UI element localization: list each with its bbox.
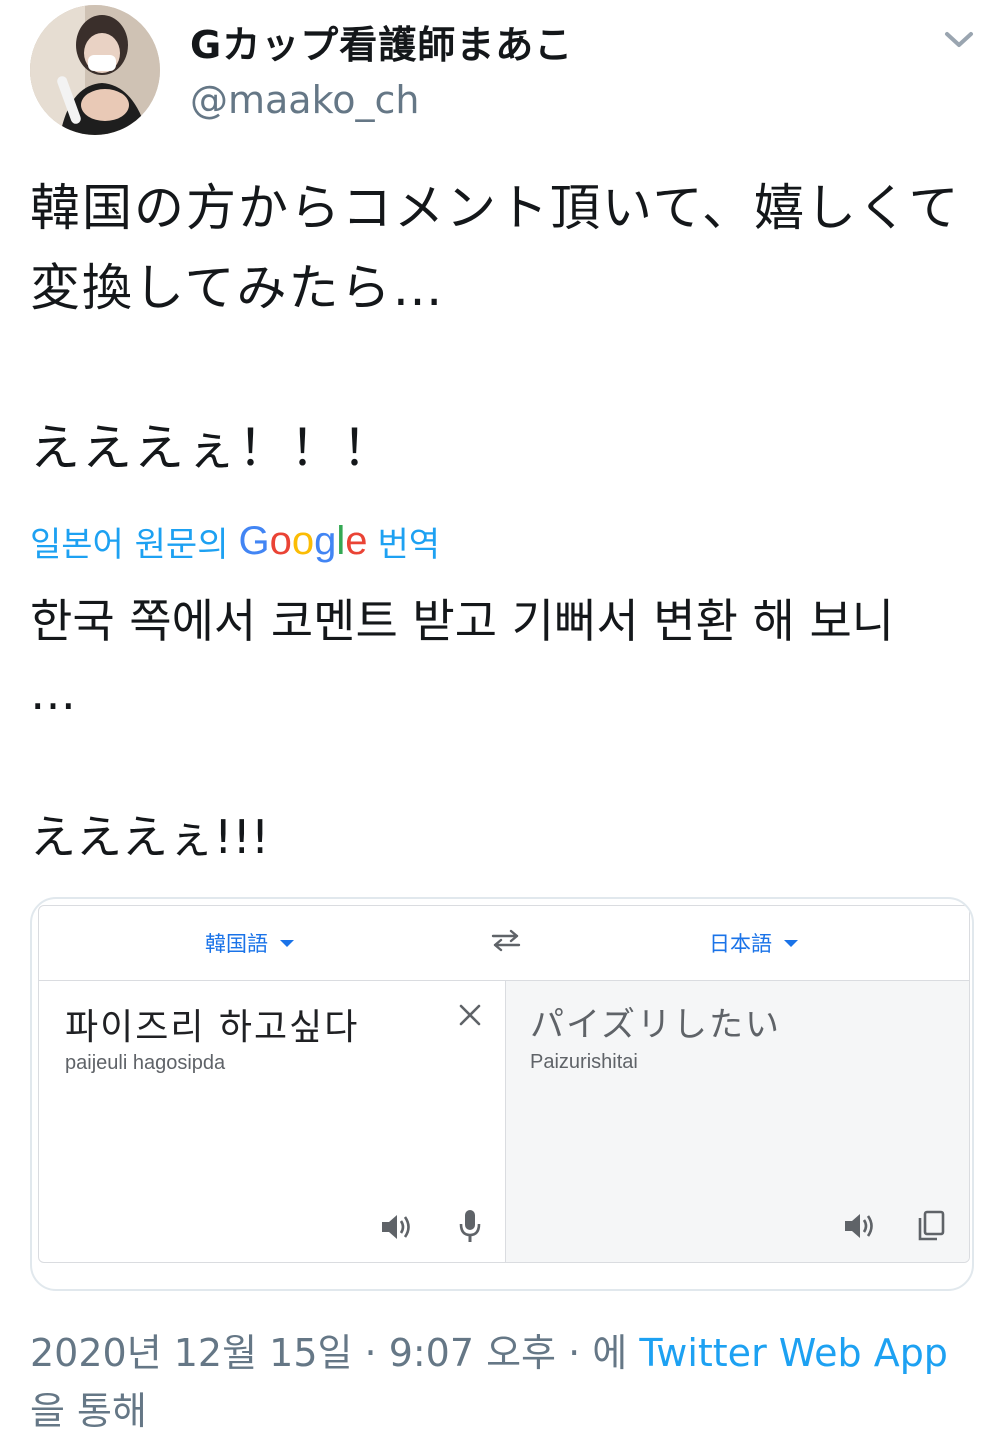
display-name[interactable]: Gカップ看護師まあこ [190,14,573,69]
source-language-label: 韓国語 [205,932,268,956]
source-text: 파이즈리 하고싶다 [65,1007,360,1048]
translate-label: 일본어 원문의 [30,524,229,565]
speaker-icon [845,1214,873,1238]
source-romanization: paijeuli hagosipda [65,1052,226,1074]
translate-label-suffix: 번역 [377,524,441,565]
source-app-suffix: 을 통해 [30,1389,147,1433]
tweet-timestamp: 2020년 12월 15일 · 9:07 오후 · 에 Twitter Web … [30,1322,948,1377]
translate-screenshot: 韓国語 日本語 파이즈리 하고싶다 paijeuli hagosipda パイズ… [38,905,970,1263]
language-bar: 韓国語 日本語 [39,906,969,981]
copy-icon [918,1210,945,1241]
caret-down-icon [784,939,798,947]
tweet-text: 韓国の方からコメント頂いて、嬉しくて変換してみたら… えええぇ！！！ [30,179,961,477]
chevron-down-icon[interactable] [940,26,978,52]
close-icon [459,1004,481,1026]
source-language-select: 韓国語 [205,928,294,958]
target-language-select: 日本語 [709,928,798,958]
microphone-icon [459,1210,481,1242]
caret-down-icon [280,939,294,947]
avatar[interactable] [30,5,160,135]
swap-arrows-icon [491,929,521,952]
translate-by-google-link[interactable]: 일본어 원문의 Google 번역 [30,518,441,565]
translation-pane: パイズリしたい Paizurishitai [505,981,969,1262]
source-app-link[interactable]: Twitter Web App [639,1331,948,1375]
media-card[interactable]: 韓国語 日本語 파이즈리 하고싶다 paijeuli hagosipda パイズ… [30,897,974,1291]
translated-text: 한국 쪽에서 코멘트 받고 기뻐서 변환 해 보니 … えええぇ!!! [30,594,895,864]
user-handle[interactable]: @maako_ch [190,78,419,122]
target-language-label: 日本語 [709,932,772,956]
google-logo: Google [238,518,368,563]
translated-romanization: Paizurishitai [530,1051,638,1073]
timestamp-text: 2020년 12월 15일 · 9:07 오후 · 에 [30,1331,628,1375]
speaker-icon [382,1215,410,1239]
translated-output: パイズリしたい [530,1005,781,1045]
